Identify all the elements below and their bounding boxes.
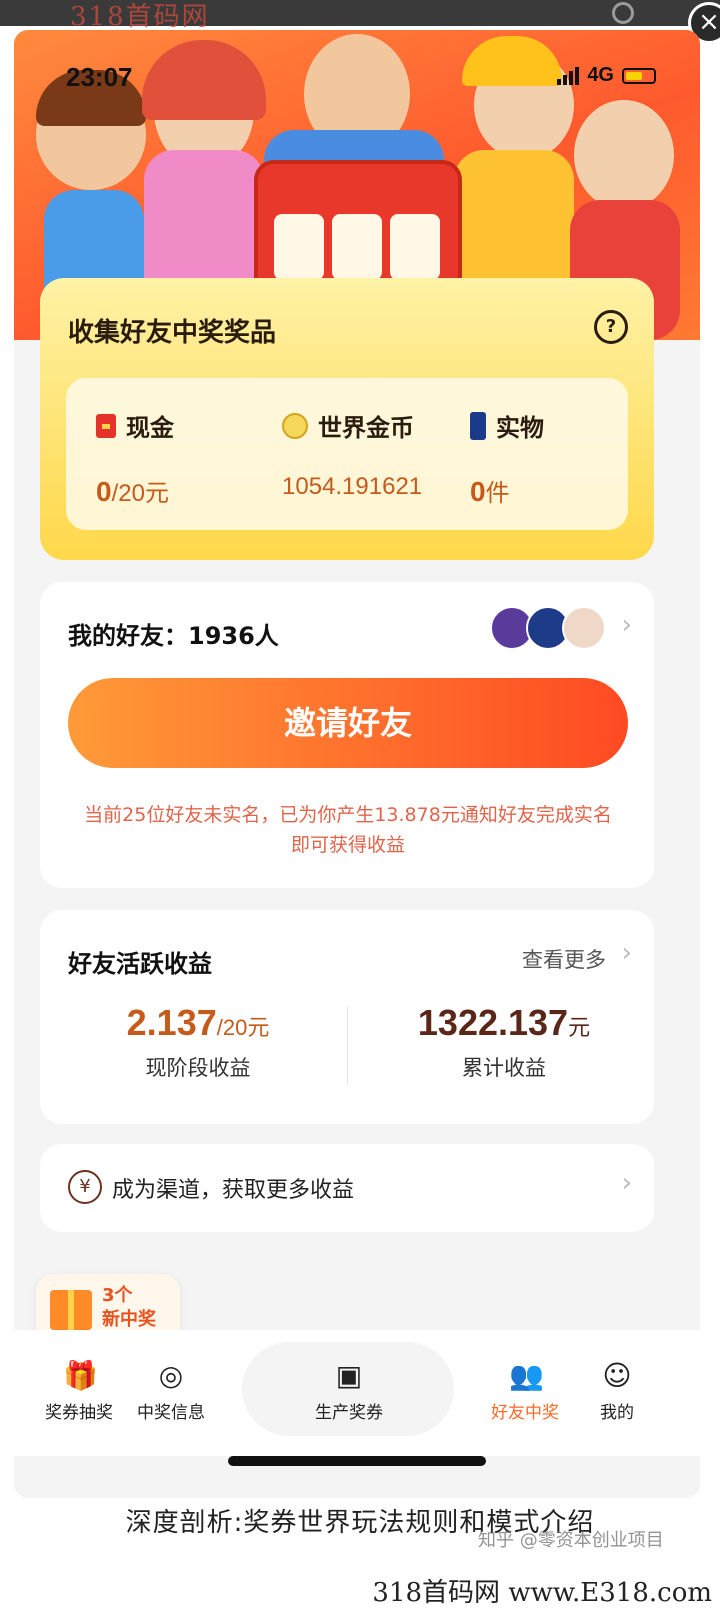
stage-earnings: 2.137/20元 现阶段收益 bbox=[48, 1002, 348, 1082]
tab-label: 生产奖券 bbox=[315, 1403, 383, 1423]
battery-icon bbox=[622, 67, 656, 84]
gift-icon: 🎁 bbox=[63, 1359, 98, 1392]
robot-icon: ▣ bbox=[335, 1359, 363, 1392]
status-time: 23:07 bbox=[66, 62, 133, 92]
bottom-tab-bar: 🎁 奖券抽奖 ◎ 中奖信息 ▣ 生产奖券 👥 好友中奖 ☺ 我的 bbox=[14, 1330, 700, 1456]
yuan-icon: ¥ bbox=[68, 1170, 102, 1204]
tab-label: 我的 bbox=[600, 1403, 634, 1423]
prize-value: 0 bbox=[470, 476, 486, 507]
prize-value: 0 bbox=[96, 476, 112, 507]
prize-physical: 实物 0件 bbox=[470, 408, 544, 508]
prize-label: 现金 bbox=[126, 414, 174, 442]
red-envelope-icon bbox=[96, 413, 116, 438]
gift-box-icon bbox=[50, 1290, 92, 1330]
cartoon-hair bbox=[142, 40, 266, 120]
tab-friends-win[interactable]: 👥 好友中奖 bbox=[480, 1359, 570, 1424]
prize-coins: 世界金币 1054.191621 bbox=[282, 408, 422, 501]
real-name-notice: 当前25位好友未实名，已为你产生13.878元通知好友完成实名即可获得收益 bbox=[84, 804, 612, 856]
view-more-link[interactable]: 查看更多 bbox=[522, 944, 606, 974]
chevron-right-icon: › bbox=[621, 1168, 632, 1198]
new-winners-count: 3个 bbox=[102, 1285, 133, 1306]
stage-unit: /20元 bbox=[216, 1015, 270, 1040]
prize-value: 1054.191621 bbox=[282, 473, 423, 500]
watermark-logo: 318首码网 bbox=[70, 2, 210, 32]
browser-top-bar: 318首码网 bbox=[0, 0, 720, 32]
invite-friends-button[interactable]: 邀请好友 bbox=[68, 678, 628, 768]
friend-earnings-card: 好友活跃收益 查看更多 › 2.137/20元 现阶段收益 1322.137元 … bbox=[40, 910, 654, 1124]
tab-label: 奖券抽奖 bbox=[45, 1403, 113, 1423]
prize-collection-card: 收集好友中奖奖品 ? 现金 0/20元 世界金币 1054.191621 实物 … bbox=[40, 278, 654, 560]
prize-title: 收集好友中奖奖品 bbox=[68, 318, 277, 348]
help-icon[interactable]: ? bbox=[594, 310, 628, 344]
slot-reel bbox=[390, 214, 440, 280]
tab-lottery[interactable]: 🎁 奖券抽奖 bbox=[34, 1359, 124, 1424]
status-indicators: 4G bbox=[557, 64, 656, 87]
prize-label: 实物 bbox=[496, 414, 544, 442]
site-watermark: 318首码网 www.E318.com bbox=[372, 1578, 712, 1608]
new-winners-label: 新中奖 bbox=[102, 1309, 156, 1330]
stage-value: 2.137 bbox=[126, 1002, 217, 1043]
zhihu-watermark: 知乎 @零资本创业项目 bbox=[478, 1530, 664, 1551]
slot-reel bbox=[332, 214, 382, 280]
prize-unit: 件 bbox=[485, 480, 510, 507]
friends-card: 我的好友：1936人 › 邀请好友 当前25位好友未实名，已为你产生13.878… bbox=[40, 582, 654, 888]
prize-cash: 现金 0/20元 bbox=[96, 408, 174, 508]
phone-screen: 23:07 4G 收集好友中奖奖品 ? 现金 0/20元 世界金币 1054.1… bbox=[14, 30, 700, 1498]
total-label: 累计收益 bbox=[462, 1056, 546, 1080]
chevron-right-icon[interactable]: › bbox=[622, 938, 632, 968]
slot-reel bbox=[274, 214, 324, 280]
channel-label: 成为渠道，获取更多收益 bbox=[112, 1178, 355, 1203]
total-unit: 元 bbox=[568, 1015, 591, 1040]
face-icon: ☺ bbox=[602, 1359, 632, 1392]
channel-row[interactable]: ¥ 成为渠道，获取更多收益 › bbox=[40, 1144, 654, 1232]
avatar bbox=[562, 606, 606, 650]
friend-avatars[interactable] bbox=[490, 606, 606, 650]
friends-count: 我的好友：1936人 bbox=[68, 622, 279, 650]
divider bbox=[347, 1006, 348, 1086]
cartoon-cap bbox=[462, 36, 562, 86]
cartoon-person bbox=[574, 100, 674, 210]
earnings-title: 好友活跃收益 bbox=[68, 950, 212, 978]
tab-label: 中奖信息 bbox=[137, 1403, 205, 1423]
tab-winners-info[interactable]: ◎ 中奖信息 bbox=[126, 1359, 216, 1424]
prize-label: 世界金币 bbox=[318, 414, 414, 442]
chevron-right-icon[interactable]: › bbox=[622, 610, 632, 640]
stage-label: 现阶段收益 bbox=[145, 1056, 251, 1080]
camera-icon: ◎ bbox=[158, 1359, 184, 1392]
tab-label: 好友中奖 bbox=[491, 1403, 559, 1423]
total-earnings: 1322.137元 累计收益 bbox=[354, 1002, 654, 1082]
prize-summary: 现金 0/20元 世界金币 1054.191621 实物 0件 bbox=[66, 378, 628, 530]
tab-mine[interactable]: ☺ 我的 bbox=[572, 1359, 662, 1424]
phone-icon bbox=[470, 411, 486, 440]
coin-icon bbox=[282, 412, 308, 439]
signal-icon bbox=[557, 66, 580, 85]
network-type: 4G bbox=[587, 64, 614, 86]
total-value: 1322.137 bbox=[417, 1002, 569, 1043]
friends-icon: 👥 bbox=[509, 1359, 544, 1392]
search-icon[interactable] bbox=[612, 2, 634, 24]
prize-unit: /20元 bbox=[111, 480, 169, 507]
home-indicator bbox=[228, 1456, 486, 1466]
tab-produce-tickets[interactable]: ▣ 生产奖券 bbox=[304, 1359, 394, 1424]
